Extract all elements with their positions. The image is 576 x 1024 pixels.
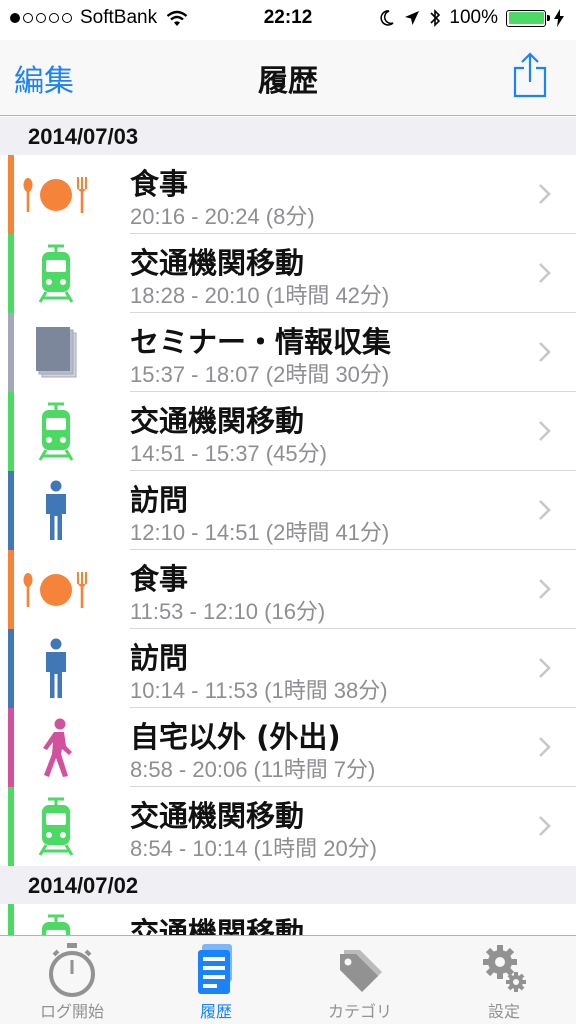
item-time-range: 8:54 - 10:14 (1時間 20分) [130, 836, 378, 861]
item-title: 訪問 [130, 483, 189, 517]
item-title: セミナー・情報収集 [130, 325, 392, 359]
chevron-right-icon [539, 342, 551, 362]
tab-settings[interactable]: 設定 [432, 936, 576, 1024]
tab-label: ログ開始 [39, 1002, 104, 1021]
bluetooth-icon [430, 9, 441, 27]
tab-bar: ログ開始 履歴 カテゴリ 設定 [0, 935, 576, 1024]
item-time-range: 12:10 - 14:51 (2時間 41分) [130, 520, 390, 545]
location-arrow-icon [405, 11, 420, 25]
item-title: 交通機関移動 [130, 916, 305, 935]
chevron-right-icon [539, 579, 551, 599]
category-color-strip [8, 550, 14, 629]
walking-person-icon [22, 716, 90, 780]
item-title: 自宅以外 (外出) [130, 720, 341, 754]
history-list: 2014/07/03 食事 20:16 - 20:24 (8分) 交通機関移動 … [0, 117, 576, 935]
item-title: 交通機関移動 [130, 404, 305, 438]
list-item[interactable]: 交通機関移動 14:51 - 15:37 (45分) [0, 392, 576, 471]
stopwatch-icon [49, 943, 95, 997]
tab-history[interactable]: 履歴 [144, 936, 288, 1024]
list-item[interactable]: セミナー・情報収集 15:37 - 18:07 (2時間 30分) [0, 313, 576, 392]
train-icon [22, 795, 90, 859]
category-color-strip [8, 313, 14, 392]
train-icon [22, 400, 90, 464]
person-icon [22, 479, 90, 543]
chevron-right-icon [539, 500, 551, 520]
tab-label: 履歴 [199, 1002, 232, 1021]
list-item[interactable]: 訪問 10:14 - 11:53 (1時間 38分) [0, 629, 576, 708]
chevron-right-icon [539, 658, 551, 678]
status-bar: SoftBank 22:12 100% [0, 0, 576, 40]
list-item[interactable]: 交通機関移動 [0, 904, 576, 935]
list-item[interactable]: 交通機関移動 18:28 - 20:10 (1時間 42分) [0, 234, 576, 313]
battery-percent: 100% [449, 7, 498, 28]
history-list-icon [198, 944, 232, 994]
category-color-strip [8, 471, 14, 550]
item-title: 交通機関移動 [130, 799, 305, 833]
item-time-range: 14:51 - 15:37 (45分) [130, 441, 327, 466]
tab-label: カテゴリ [327, 1002, 392, 1021]
charging-bolt-icon [554, 9, 564, 27]
battery-icon [506, 9, 550, 27]
chevron-right-icon [539, 184, 551, 204]
share-icon[interactable] [512, 52, 548, 98]
category-color-strip [8, 392, 14, 471]
category-color-strip [8, 787, 14, 866]
category-color-strip [8, 904, 14, 935]
section-header-date: 2014/07/03 [0, 117, 576, 155]
item-title: 食事 [130, 562, 189, 596]
document-icon [22, 321, 90, 385]
chevron-right-icon [539, 737, 551, 757]
section-header-date: 2014/07/02 [0, 866, 576, 904]
item-time-range: 8:58 - 20:06 (11時間 7分) [130, 757, 376, 782]
chevron-right-icon [539, 421, 551, 441]
tab-label: 設定 [487, 1002, 520, 1021]
list-item[interactable]: 食事 11:53 - 12:10 (16分) [0, 550, 576, 629]
tag-icon [340, 950, 382, 992]
item-time-range: 10:14 - 11:53 (1時間 38分) [130, 678, 388, 703]
item-title: 訪問 [130, 641, 189, 675]
item-title: 交通機関移動 [130, 246, 305, 280]
category-color-strip [8, 234, 14, 313]
item-title: 食事 [130, 167, 189, 201]
tab-log-start[interactable]: ログ開始 [0, 936, 144, 1024]
chevron-right-icon [539, 816, 551, 836]
meal-icon [22, 558, 90, 622]
gear-icon [483, 945, 526, 992]
item-time-range: 11:53 - 12:10 (16分) [130, 599, 326, 624]
item-time-range: 20:16 - 20:24 (8分) [130, 204, 315, 229]
tab-category[interactable]: カテゴリ [288, 936, 432, 1024]
chevron-right-icon [539, 263, 551, 283]
person-icon [22, 637, 90, 701]
category-color-strip [8, 708, 14, 787]
meal-icon [22, 163, 90, 227]
navigation-bar: 編集 履歴 [0, 40, 576, 116]
page-title: 履歴 [258, 64, 318, 99]
list-item[interactable]: 自宅以外 (外出) 8:58 - 20:06 (11時間 7分) [0, 708, 576, 787]
list-item[interactable]: 食事 20:16 - 20:24 (8分) [0, 155, 576, 234]
list-item[interactable]: 交通機関移動 8:54 - 10:14 (1時間 20分) [0, 787, 576, 866]
item-time-range: 18:28 - 20:10 (1時間 42分) [130, 283, 390, 308]
item-time-range: 15:37 - 18:07 (2時間 30分) [130, 362, 390, 387]
train-icon [22, 242, 90, 306]
train-icon [22, 912, 90, 935]
category-color-strip [8, 155, 14, 234]
moon-icon [380, 10, 394, 26]
category-color-strip [8, 629, 14, 708]
list-item[interactable]: 訪問 12:10 - 14:51 (2時間 41分) [0, 471, 576, 550]
